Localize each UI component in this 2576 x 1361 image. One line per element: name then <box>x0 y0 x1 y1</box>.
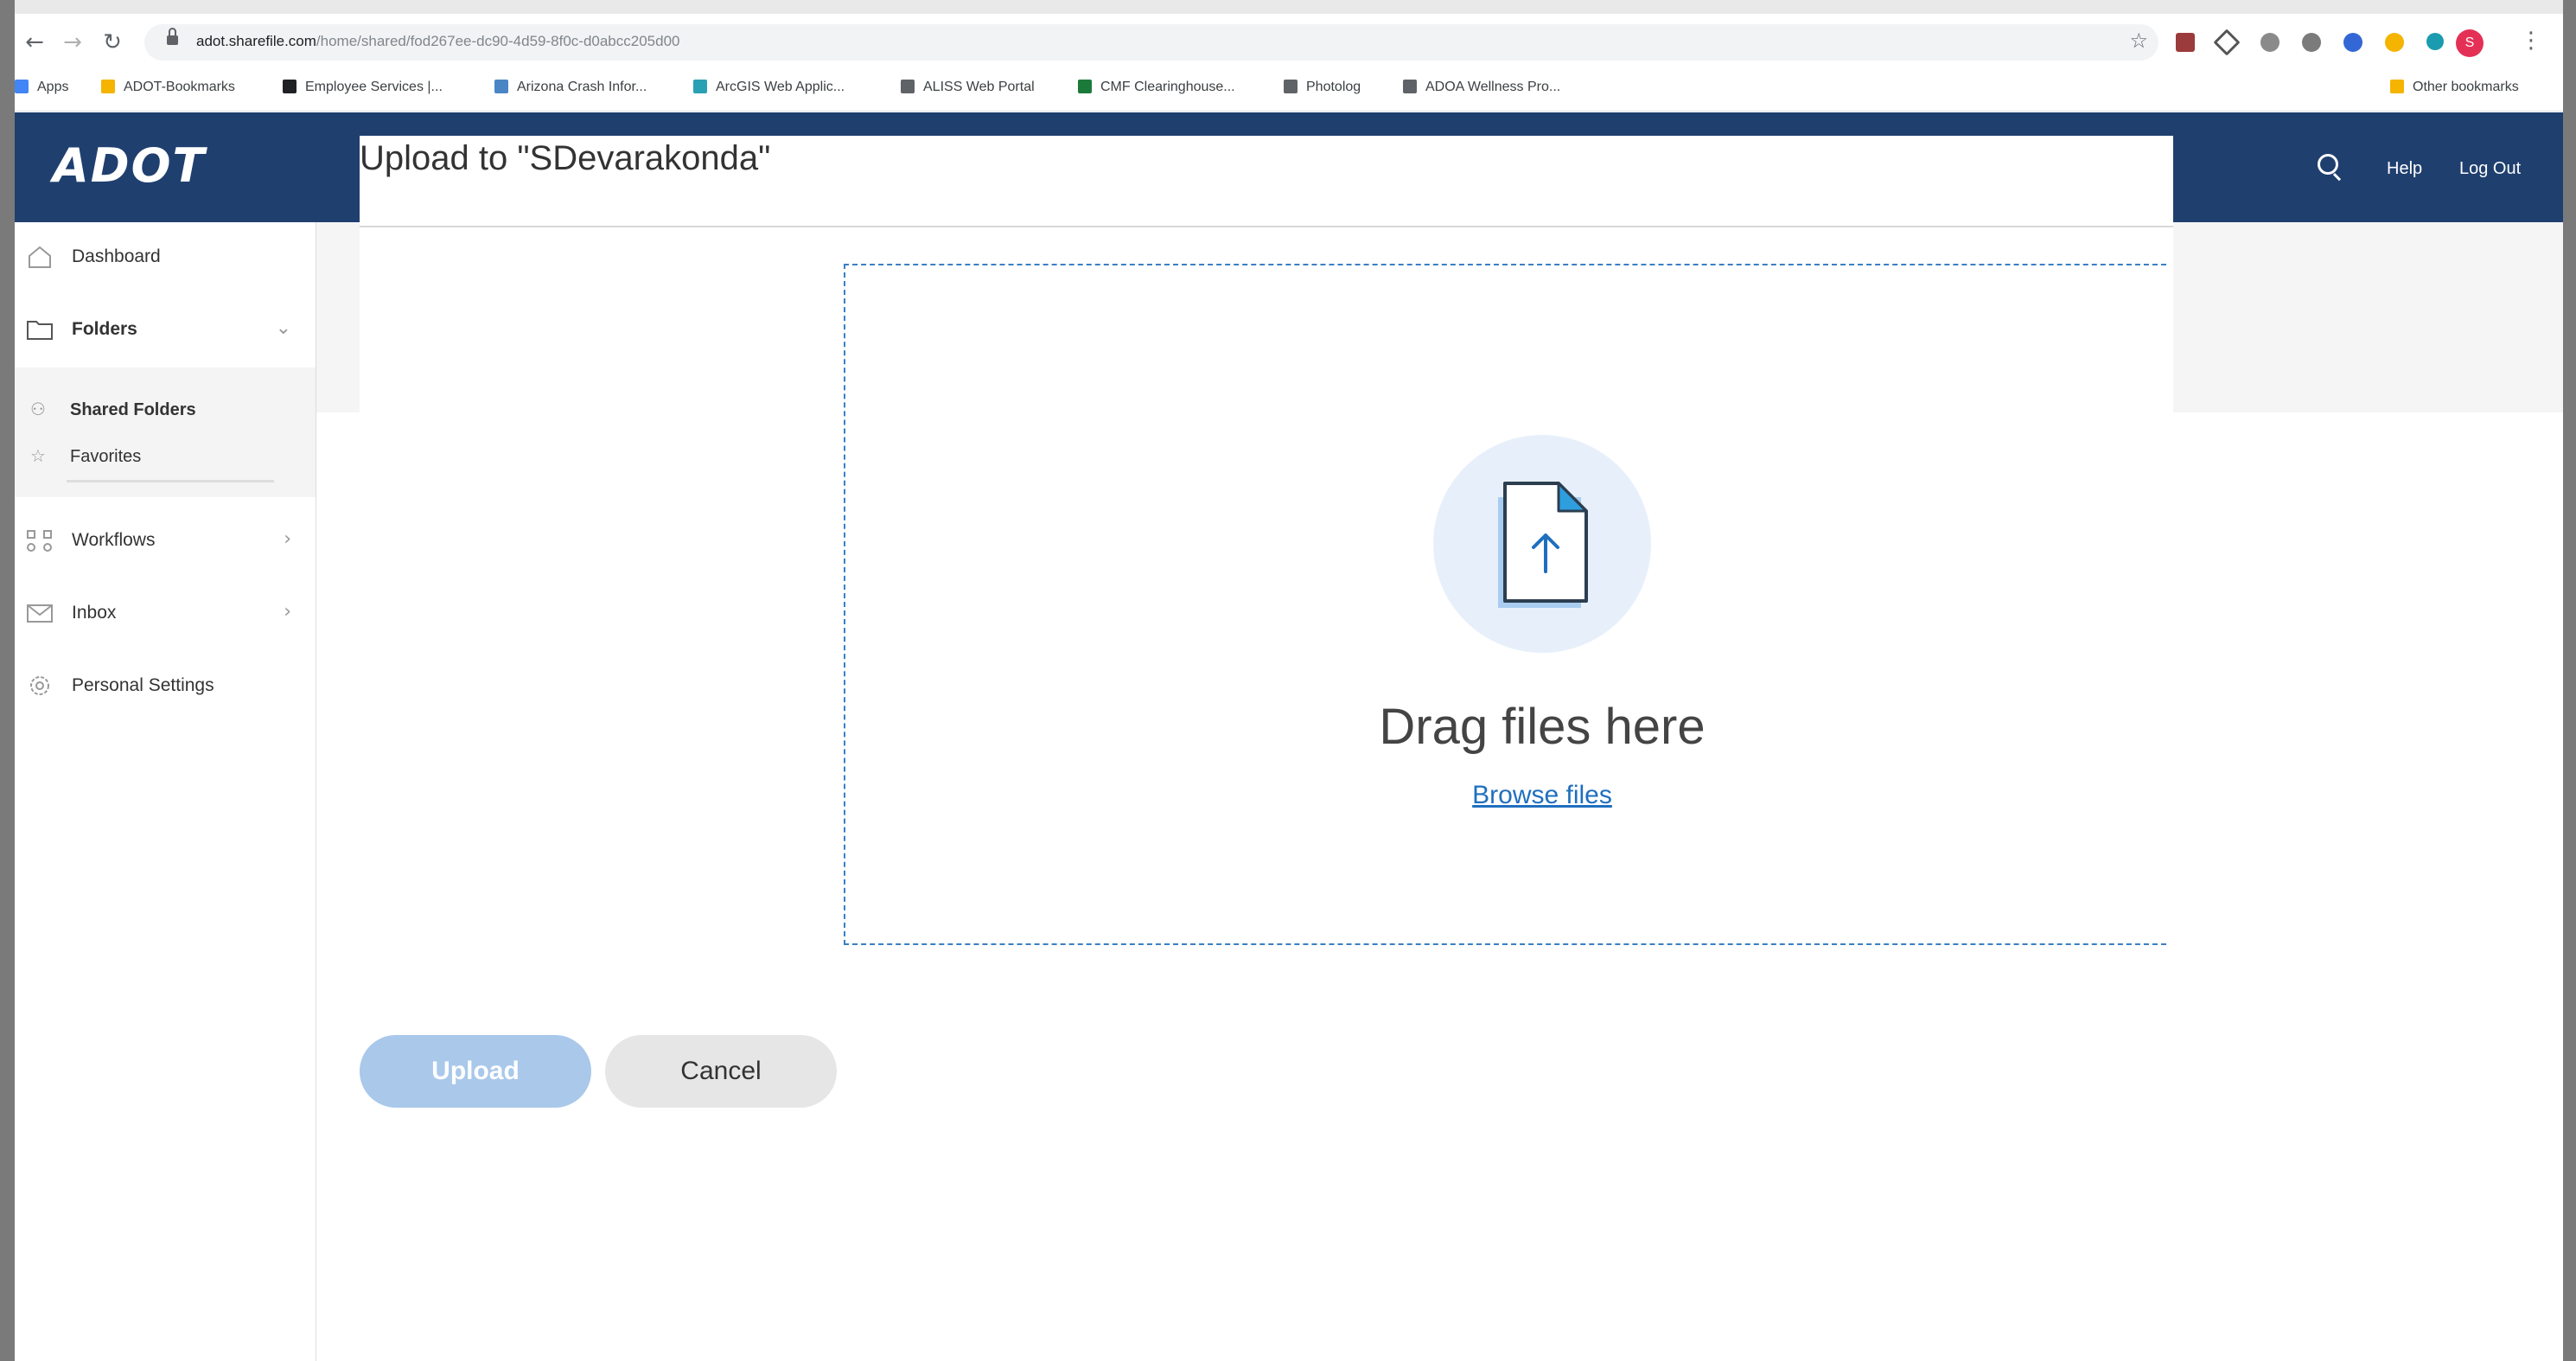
bookmark-icon <box>1403 80 1417 93</box>
bookmark-icon <box>1284 80 1298 93</box>
bookmark-label: Employee Services |... <box>305 80 443 94</box>
bookmark-label: ADOA Wellness Pro... <box>1425 80 1561 94</box>
bookmark-item[interactable]: ALISS Web Portal <box>901 80 1035 95</box>
sidebar-item-inbox[interactable]: Inbox › <box>15 589 316 641</box>
address-bar[interactable]: adot.sharefile.com/home/shared/fod267ee-… <box>144 24 2158 61</box>
gear-icon <box>30 676 49 695</box>
upload-button[interactable]: Upload <box>360 1035 591 1108</box>
sidebar-item-label: Dashboard <box>72 246 161 266</box>
sidebar-item-dashboard[interactable]: Dashboard <box>15 233 316 284</box>
extension-icon[interactable] <box>2302 33 2321 52</box>
extension-icon[interactable] <box>2260 33 2280 52</box>
forward-icon[interactable]: → <box>58 28 87 57</box>
chevron-right-icon[interactable]: › <box>284 528 291 550</box>
bookmark-item[interactable]: CMF Clearinghouse... <box>1078 80 1235 95</box>
home-icon <box>29 246 51 268</box>
divider <box>67 480 274 482</box>
folder-icon <box>27 321 53 340</box>
sidebar-item-label: Personal Settings <box>72 675 214 695</box>
sidebar-item-label: Folders <box>72 319 137 339</box>
extension-icon[interactable] <box>2213 29 2241 56</box>
chevron-right-icon[interactable]: › <box>284 601 291 623</box>
file-upload-icon <box>1498 482 1588 608</box>
upload-dialog: Upload to "SDevarakonda" Drag files here… <box>360 136 2173 1108</box>
browse-files-link[interactable]: Browse files <box>845 781 2239 810</box>
lock-icon <box>167 28 178 45</box>
bookmark-icon <box>494 80 508 93</box>
extension-icon[interactable] <box>2343 33 2362 52</box>
sidebar-item-personal-settings[interactable]: Personal Settings <box>15 661 316 713</box>
browser-toolbar: ← → ↻ adot.sharefile.com/home/shared/fod… <box>15 14 2563 71</box>
extension-icon[interactable] <box>2426 33 2444 50</box>
upload-illustration <box>1433 435 1651 653</box>
adot-logo[interactable]: ADOT <box>53 138 206 193</box>
bookmark-item[interactable]: Arizona Crash Infor... <box>494 80 647 95</box>
cancel-button[interactable]: Cancel <box>605 1035 837 1108</box>
sidebar-item-label: Inbox <box>72 603 117 623</box>
bookmark-label: ALISS Web Portal <box>923 80 1035 94</box>
sidebar-item-label: Favorites <box>70 447 142 466</box>
sidebar-item-workflows[interactable]: Workflows › <box>15 516 316 568</box>
chevron-down-icon[interactable]: ⌄ <box>276 317 291 339</box>
bookmark-label: Arizona Crash Infor... <box>517 80 647 94</box>
back-icon[interactable]: ← <box>20 28 49 57</box>
url-text[interactable]: adot.sharefile.com/home/shared/fod267ee-… <box>196 33 680 50</box>
dialog-header: Upload to "SDevarakonda" <box>360 136 2173 227</box>
bookmark-label: ArcGIS Web Applic... <box>716 80 845 94</box>
bookmark-star-icon[interactable]: ☆ <box>2129 29 2148 53</box>
tab-strip <box>15 0 2563 14</box>
logout-link[interactable]: Log Out <box>2459 159 2521 179</box>
bookmark-icon <box>101 80 115 93</box>
url-path: /home/shared/fod267ee-dc90-4d59-8f0c-d0a… <box>316 33 680 49</box>
file-drop-zone[interactable]: Drag files here Browse files <box>844 264 2166 945</box>
sidebar-item-label: Workflows <box>72 530 156 550</box>
bookmark-icon <box>1078 80 1092 93</box>
bookmark-item[interactable]: Employee Services |... <box>283 80 443 95</box>
star-icon: ☆ <box>30 445 46 466</box>
dialog-title: Upload to "SDevarakonda" <box>360 139 771 177</box>
browser-window: ← → ↻ adot.sharefile.com/home/shared/fod… <box>15 0 2563 1361</box>
extension-icon[interactable] <box>2176 33 2195 52</box>
folder-icon <box>2390 80 2404 93</box>
sidebar: Dashboard Folders ⌄ ⚇ Shared Folders ☆ Fav… <box>15 222 316 1361</box>
workflow-icon <box>27 530 52 552</box>
bookmark-item[interactable]: ADOT-Bookmarks <box>101 80 235 95</box>
bookmark-item[interactable]: Apps <box>15 80 68 95</box>
reload-icon[interactable]: ↻ <box>98 28 127 57</box>
bookmark-label: ADOT-Bookmarks <box>124 80 235 94</box>
bookmark-label: Apps <box>37 80 69 94</box>
folders-submenu: ⚇ Shared Folders ☆ Favorites <box>15 367 316 497</box>
bookmark-item[interactable]: ArcGIS Web Applic... <box>693 80 845 95</box>
bookmark-icon <box>901 80 915 93</box>
bookmark-item[interactable]: Photolog <box>1284 80 1361 95</box>
bookmark-icon <box>15 80 29 93</box>
extension-icon[interactable] <box>2385 33 2404 52</box>
bookmarks-bar: Apps ADOT-Bookmarks Employee Services |...… <box>15 71 2563 112</box>
mail-icon <box>27 604 53 623</box>
menu-icon[interactable]: ⋮ <box>2520 28 2542 54</box>
profile-avatar[interactable]: S <box>2456 29 2484 57</box>
bookmark-label: Photolog <box>1306 80 1361 94</box>
bookmark-item[interactable]: ADOA Wellness Pro... <box>1403 80 1560 95</box>
help-link[interactable]: Help <box>2387 159 2422 179</box>
sidebar-item-label: Shared Folders <box>70 400 196 419</box>
search-icon[interactable] <box>2318 154 2343 182</box>
drag-files-text: Drag files here <box>1379 699 1706 755</box>
sidebar-item-folders[interactable]: Folders ⌄ <box>15 305 316 357</box>
bookmark-icon <box>283 80 296 93</box>
sidebar-item-shared-folders[interactable]: ⚇ Shared Folders <box>30 399 196 420</box>
other-bookmarks-label: Other bookmarks <box>2413 80 2519 94</box>
url-host: adot.sharefile.com <box>196 33 316 49</box>
bookmark-label: CMF Clearinghouse... <box>1100 80 1235 94</box>
other-bookmarks[interactable]: Other bookmarks <box>2390 80 2519 95</box>
users-icon: ⚇ <box>30 399 46 419</box>
bookmark-icon <box>693 80 707 93</box>
sidebar-item-favorites[interactable]: ☆ Favorites <box>30 445 141 467</box>
